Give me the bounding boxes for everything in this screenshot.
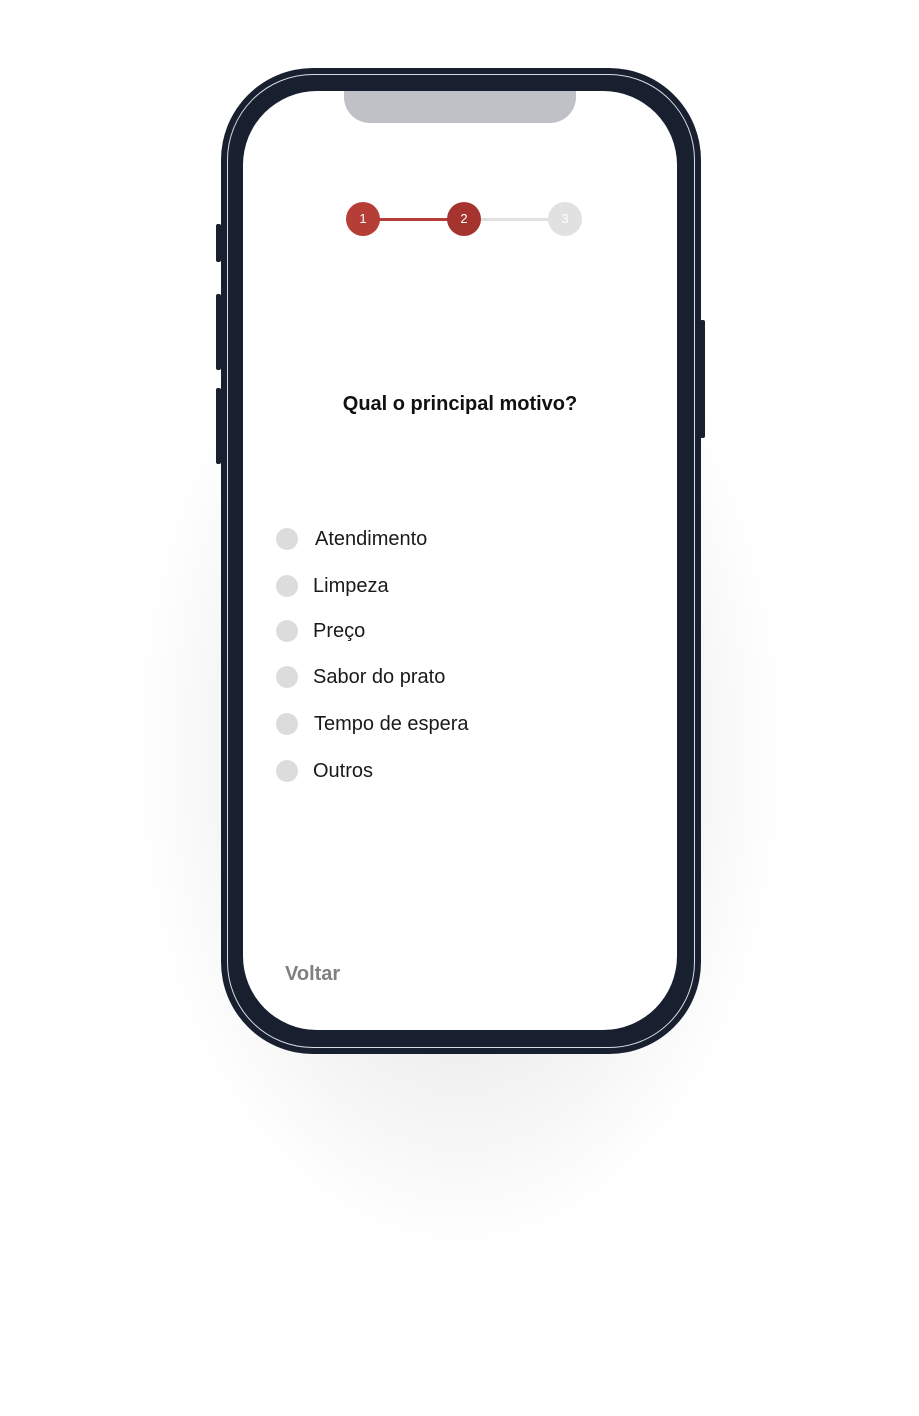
- option-label: Tempo de espera: [314, 712, 469, 735]
- radio-button[interactable]: [276, 575, 298, 597]
- question-title: Qual o principal motivo?: [342, 393, 578, 415]
- option-label: Preço: [313, 619, 366, 642]
- radio-button[interactable]: [276, 620, 298, 642]
- notch: [344, 91, 576, 123]
- step-3-indicator: 3: [548, 202, 582, 236]
- phone-screen: 1 2 3 Qual o principal motivo? Atendimen…: [243, 91, 677, 1030]
- option-tempo-de-espera[interactable]: Tempo de espera: [276, 712, 469, 736]
- option-atendimento[interactable]: Atendimento: [276, 527, 427, 551]
- radio-button[interactable]: [276, 528, 298, 550]
- option-sabor-do-prato[interactable]: Sabor do prato: [276, 665, 445, 689]
- option-limpeza[interactable]: Limpeza: [276, 574, 389, 598]
- radio-button[interactable]: [276, 713, 298, 735]
- option-label: Sabor do prato: [313, 665, 446, 688]
- step-2-indicator: 2: [447, 202, 481, 236]
- option-preco[interactable]: Preço: [276, 619, 365, 643]
- option-label: Limpeza: [313, 574, 389, 597]
- option-label: Outros: [313, 759, 374, 782]
- progress-stepper: 1 2 3: [346, 202, 582, 236]
- radio-button[interactable]: [276, 760, 298, 782]
- option-label: Atendimento: [315, 527, 428, 550]
- option-outros[interactable]: Outros: [276, 759, 373, 783]
- step-1-indicator: 1: [346, 202, 380, 236]
- radio-button[interactable]: [276, 666, 298, 688]
- back-button[interactable]: Voltar: [285, 963, 340, 986]
